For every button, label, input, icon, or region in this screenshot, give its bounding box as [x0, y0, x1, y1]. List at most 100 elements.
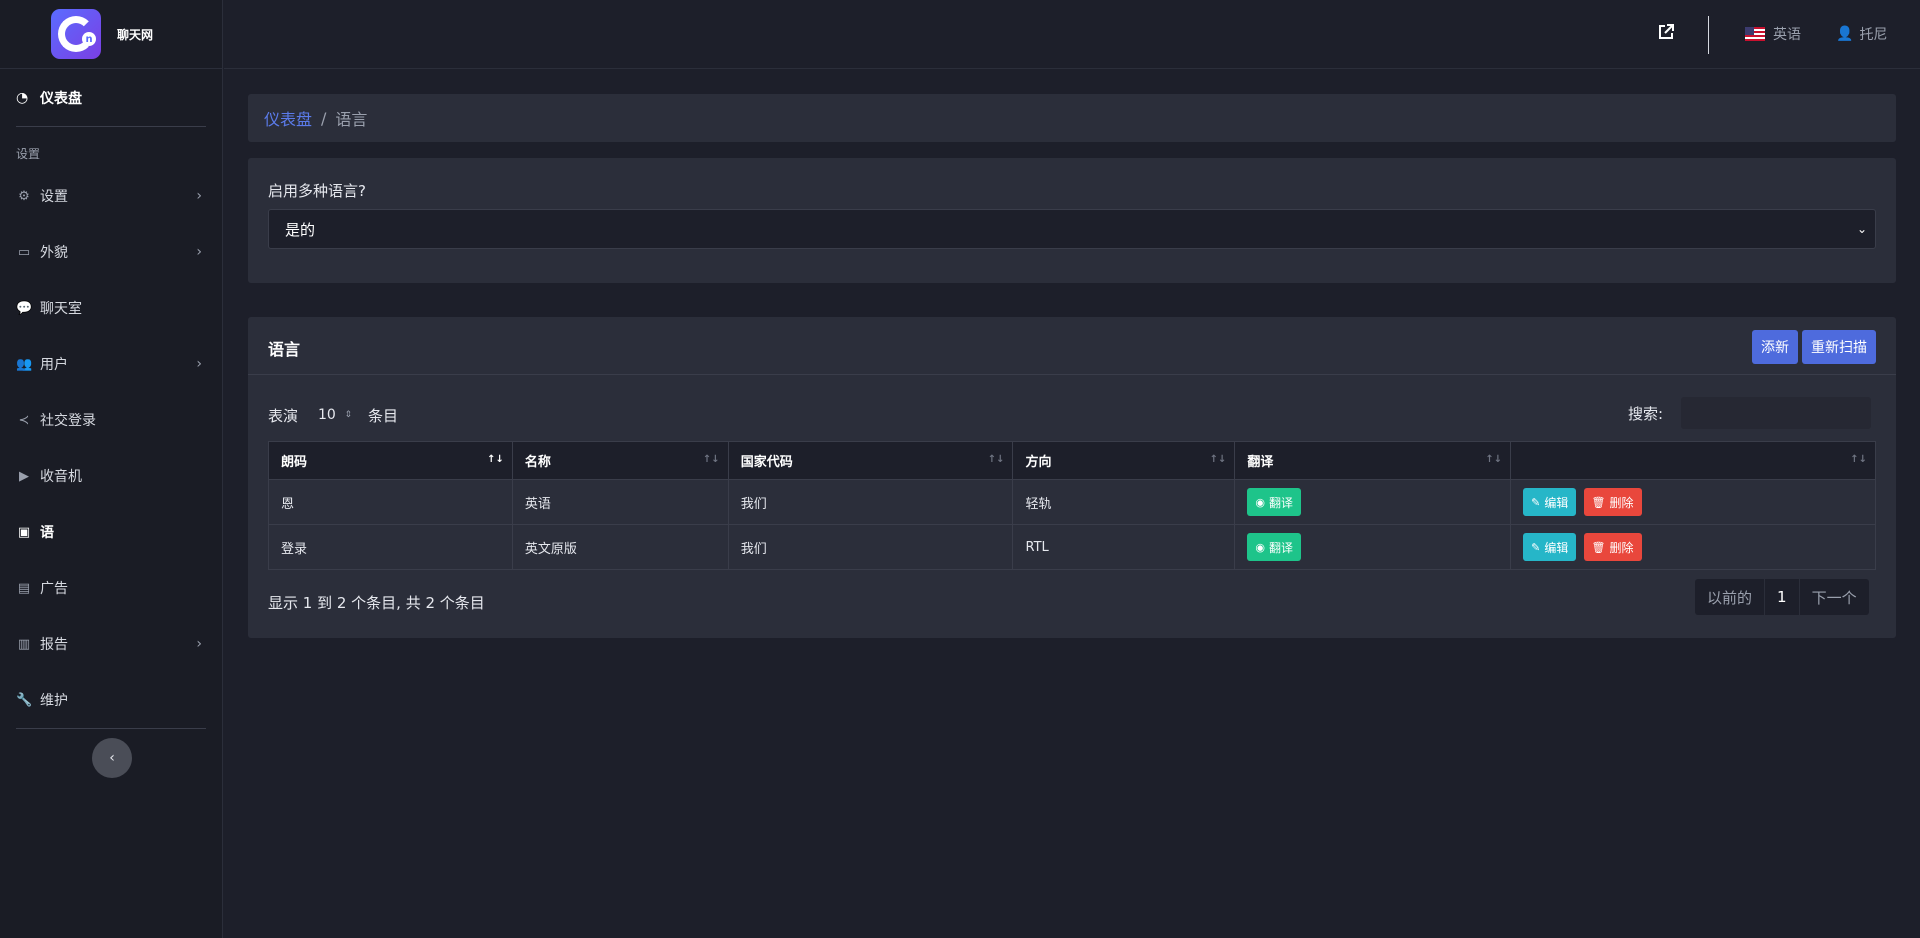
- page-size-select[interactable]: 10 ⇕: [308, 400, 359, 430]
- divider: [1708, 16, 1709, 54]
- external-link-icon[interactable]: [1656, 22, 1678, 44]
- breadcrumb-home-link[interactable]: 仪表盘: [264, 106, 312, 130]
- edit-icon: ✎: [1531, 540, 1541, 554]
- sort-icon: ↑↓: [487, 454, 504, 465]
- sidebar-item-language[interactable]: ▣ 语: [0, 504, 222, 560]
- edit-icon: ✎: [1531, 495, 1541, 509]
- sidebar-item-appearance[interactable]: ▭ 外貌 ›: [0, 224, 222, 280]
- pagination: 以前的 1 下一个: [1695, 579, 1869, 615]
- gear-icon: ⚙: [18, 188, 30, 204]
- chevron-down-icon: ⌄: [1856, 222, 1867, 236]
- delete-button[interactable]: 🗑 删除: [1583, 488, 1642, 516]
- breadcrumb: 仪表盘 / 语言: [248, 94, 1896, 142]
- username: 托尼: [1859, 27, 1888, 43]
- table-row: 恩 英语 我们 轻轨 ◉ 翻译 ✎ 编辑 🗑 删除: [268, 479, 1876, 525]
- sidebar-item-settings[interactable]: ⚙ 设置 ›: [0, 168, 222, 224]
- trash-icon: 🗑: [1591, 540, 1606, 554]
- sidebar-item-reports[interactable]: ▥ 报告 ›: [0, 616, 222, 672]
- column-header-country[interactable]: 国家代码 ↑↓: [727, 441, 1014, 480]
- divider: [16, 728, 206, 729]
- edit-label: 编辑: [1544, 540, 1569, 555]
- chart-icon: ▥: [17, 636, 31, 652]
- chevron-left-icon: ‹: [109, 750, 115, 766]
- cell-direction: RTL: [1012, 524, 1236, 570]
- us-flag-icon: [1745, 27, 1765, 41]
- next-page-button[interactable]: 下一个: [1800, 579, 1869, 615]
- column-header-name[interactable]: 名称 ↑↓: [511, 441, 729, 480]
- sidebar-section-title: 设置: [16, 147, 41, 161]
- sidebar-item-radio[interactable]: ▶ 收音机: [0, 448, 222, 504]
- edit-label: 编辑: [1544, 495, 1569, 510]
- translate-label: 翻译: [1268, 495, 1293, 510]
- multi-language-label: 启用多种语言?: [268, 182, 366, 200]
- column-header-actions[interactable]: ↑↓: [1510, 441, 1876, 480]
- radio-icon: ▶: [19, 468, 29, 484]
- brand-name: 聊天网: [117, 27, 154, 42]
- topbar: 英语 👤 托尼: [224, 0, 1920, 69]
- page-length-control: 表演 10 ⇕ 条目: [268, 400, 398, 430]
- table-search: 搜索:: [1628, 397, 1872, 429]
- sidebar: n 聊天网 ◔ 仪表盘 设置 ⚙ 设置 › ▭ 外貌 › 💬 聊天室 👥 用户 …: [0, 0, 223, 938]
- breadcrumb-separator: /: [321, 108, 327, 128]
- sidebar-item-users[interactable]: 👥 用户 ›: [0, 336, 222, 392]
- language-selector[interactable]: 英语: [1745, 24, 1801, 44]
- page-1-button[interactable]: 1: [1765, 579, 1800, 615]
- cell-translate: ◉ 翻译: [1234, 479, 1512, 525]
- sidebar-item-ads[interactable]: ▤ 广告: [0, 560, 222, 616]
- cell-name: 英语: [511, 479, 729, 525]
- table-row: 登录 英文原版 我们 RTL ◉ 翻译 ✎ 编辑 🗑 删除: [268, 524, 1876, 570]
- edit-button[interactable]: ✎ 编辑: [1523, 488, 1577, 516]
- share-icon: ≺: [18, 412, 30, 428]
- length-suffix: 条目: [368, 406, 399, 425]
- select-value: 是的: [285, 220, 316, 239]
- sidebar-item-label: 聊天室: [40, 301, 82, 317]
- sort-icon: ↑↓: [1485, 454, 1503, 465]
- edit-button[interactable]: ✎ 编辑: [1523, 533, 1577, 561]
- sort-icon: ↑↓: [702, 454, 720, 465]
- eye-icon: ◉: [1255, 495, 1265, 509]
- sidebar-item-label: 维护: [40, 693, 68, 709]
- translate-button[interactable]: ◉ 翻译: [1247, 488, 1301, 516]
- length-prefix: 表演: [268, 406, 299, 425]
- sidebar-item-label: 报告: [40, 637, 68, 653]
- brand[interactable]: n 聊天网: [0, 0, 222, 69]
- sidebar-item-label: 外貌: [40, 245, 68, 261]
- card-header: 语言 添新 重新扫描: [248, 317, 1896, 375]
- language-icon: ▣: [17, 524, 31, 540]
- ad-icon: ▤: [17, 580, 31, 596]
- card-title: 语言: [268, 340, 301, 359]
- search-label: 搜索:: [1628, 404, 1664, 423]
- sidebar-item-label: 语: [40, 525, 54, 541]
- chevron-right-icon: ›: [196, 188, 202, 204]
- column-header-direction[interactable]: 方向 ↑↓: [1012, 441, 1236, 480]
- sidebar-item-social-login[interactable]: ≺ 社交登录: [0, 392, 222, 448]
- translate-button[interactable]: ◉ 翻译: [1247, 533, 1301, 561]
- chevron-right-icon: ›: [196, 636, 202, 652]
- appearance-icon: ▭: [17, 244, 31, 260]
- multi-language-select[interactable]: 是的 ⌄: [268, 209, 1876, 249]
- column-header-translate[interactable]: 翻译 ↑↓: [1234, 441, 1512, 480]
- sort-icon: ↑↓: [1850, 454, 1867, 465]
- updown-icon: ⇕: [344, 410, 353, 420]
- sidebar-item-label: 社交登录: [40, 413, 96, 429]
- add-button[interactable]: 添新: [1752, 330, 1798, 364]
- column-header-code[interactable]: 朗码 ↑↓: [268, 441, 513, 480]
- prev-page-button[interactable]: 以前的: [1695, 579, 1766, 615]
- cell-actions: ✎ 编辑 🗑 删除: [1510, 479, 1876, 525]
- delete-label: 删除: [1609, 540, 1634, 555]
- chevron-right-icon: ›: [196, 244, 202, 260]
- user-icon: 👤: [1836, 26, 1854, 42]
- delete-button[interactable]: 🗑 删除: [1583, 533, 1642, 561]
- chat-icon: 💬: [16, 300, 33, 316]
- sidebar-item-maintenance[interactable]: 🔧 维护: [0, 672, 222, 728]
- eye-icon: ◉: [1255, 540, 1265, 554]
- cell-translate: ◉ 翻译: [1234, 524, 1512, 570]
- cell-code: 恩: [268, 479, 513, 525]
- user-menu[interactable]: 👤 托尼: [1836, 24, 1887, 44]
- breadcrumb-current: 语言: [335, 110, 368, 129]
- sidebar-collapse-button[interactable]: ‹: [92, 738, 132, 778]
- rescan-button[interactable]: 重新扫描: [1802, 330, 1876, 364]
- sidebar-item-chatrooms[interactable]: 💬 聊天室: [0, 280, 222, 336]
- sidebar-item-dashboard[interactable]: ◔ 仪表盘: [0, 69, 206, 126]
- search-input[interactable]: [1681, 397, 1872, 429]
